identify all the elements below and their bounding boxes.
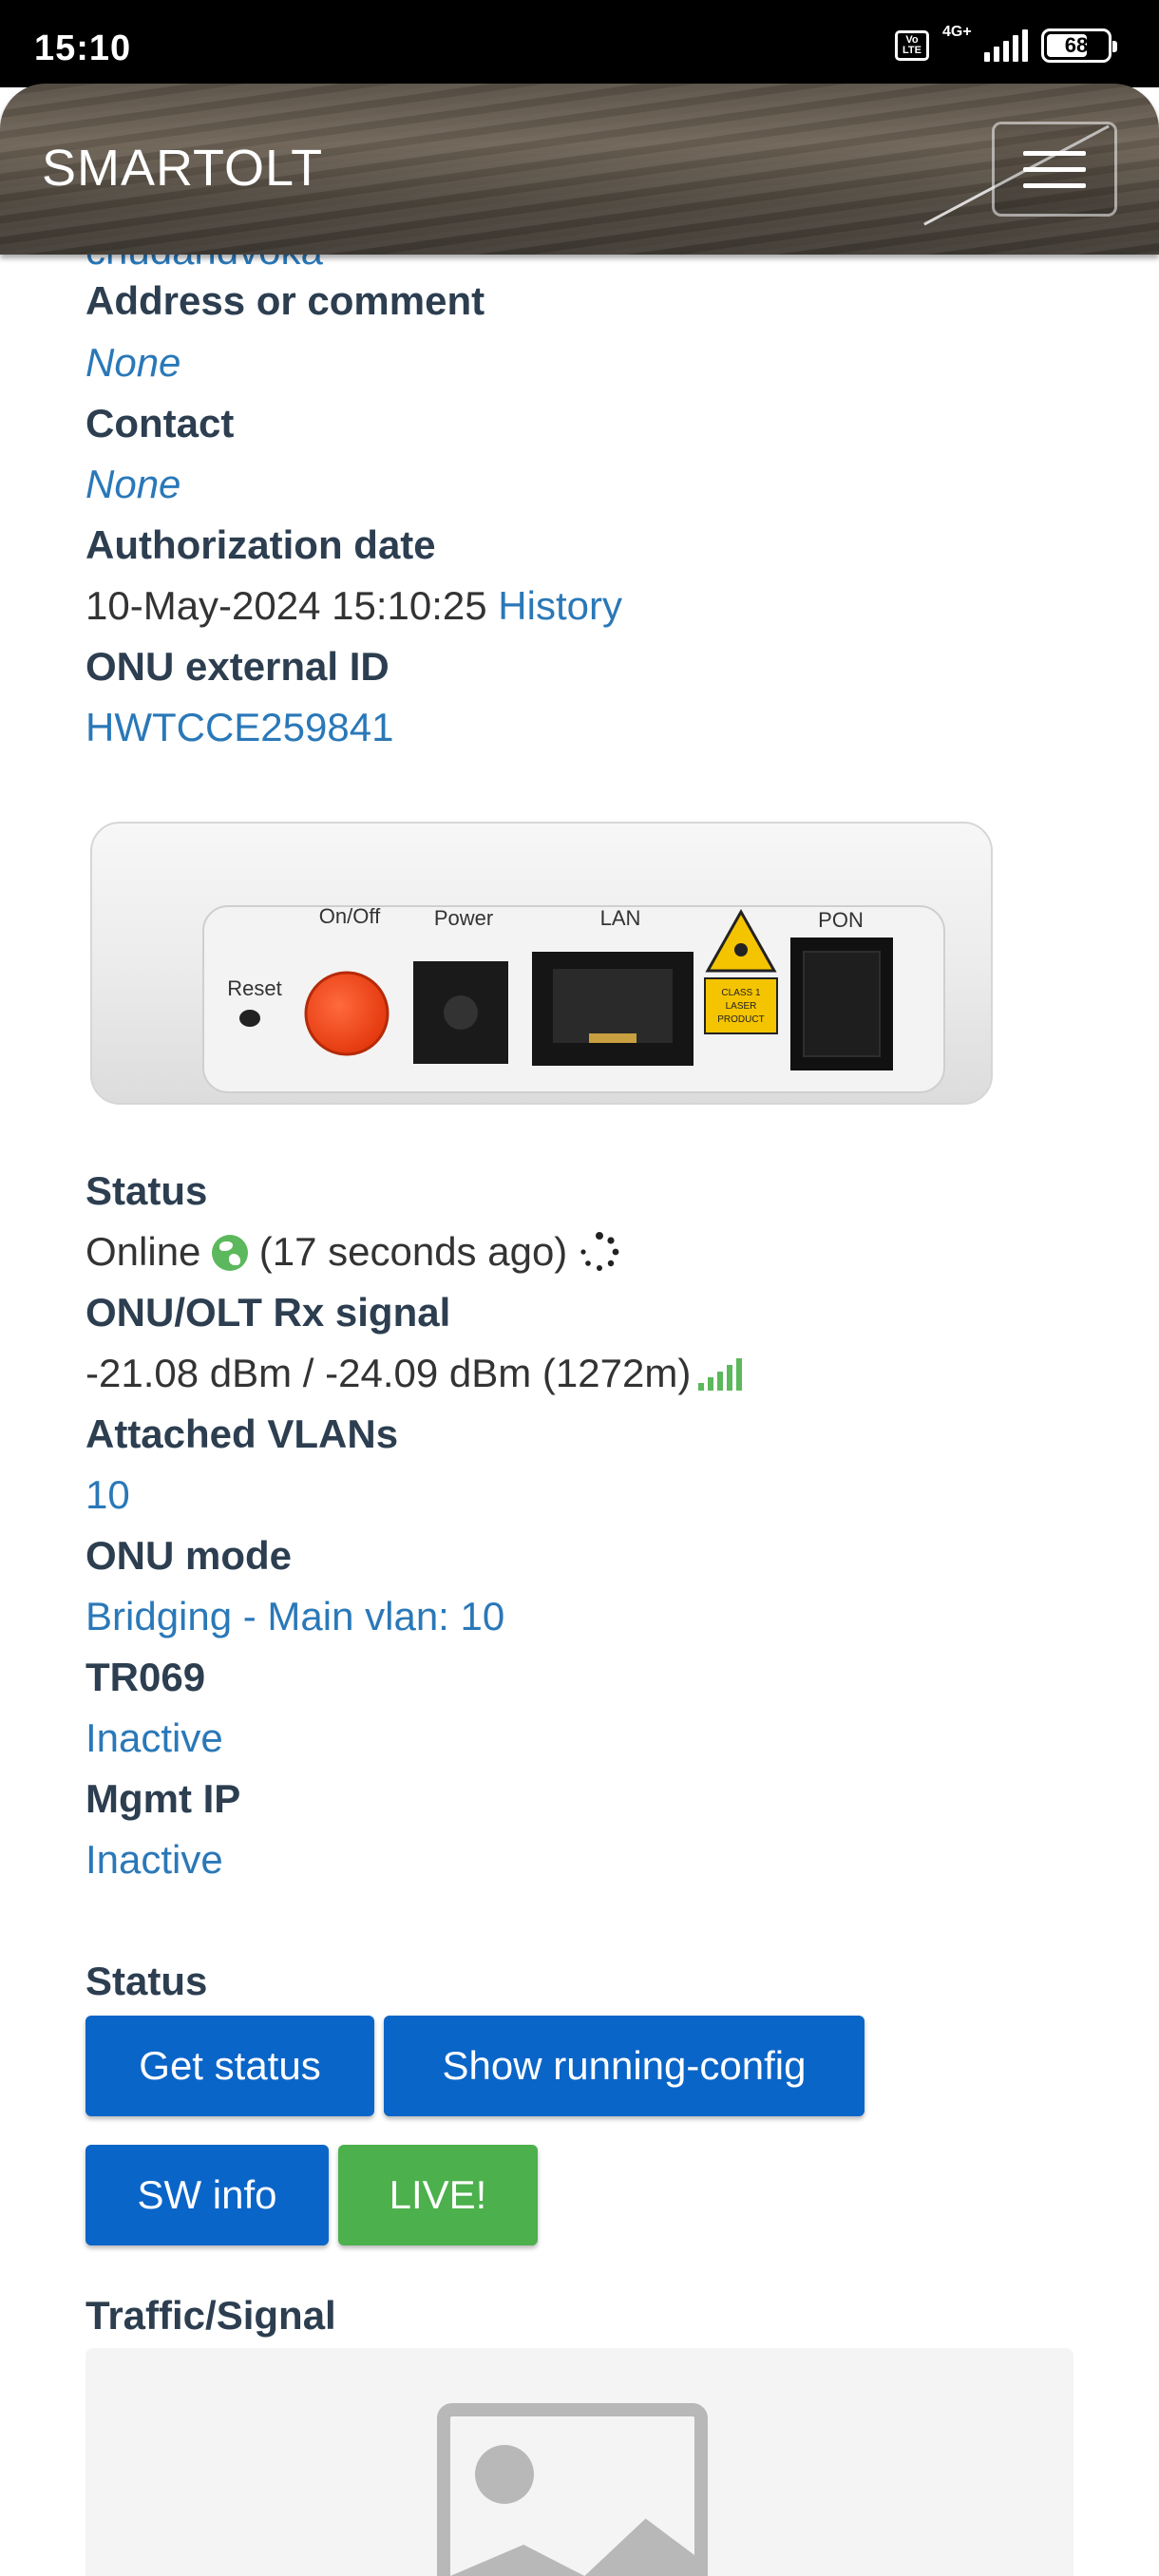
tr069-value[interactable]: Inactive <box>86 1715 223 1761</box>
app-navbar: SMARTOLT <box>0 84 1159 255</box>
battery-icon: 68 <box>1041 28 1117 63</box>
cellular-signal-icon: 4G+ <box>942 24 1028 62</box>
globe-online-icon <box>212 1235 249 1271</box>
traffic-signal-label: Traffic/Signal <box>86 2293 336 2338</box>
rx-signal-value: -21.08 dBm / -24.09 dBm (1272m) <box>86 1351 692 1395</box>
menu-toggle-button[interactable] <box>992 122 1117 217</box>
live-button[interactable]: LIVE! <box>338 2145 538 2245</box>
reset-label: Reset <box>227 976 281 1000</box>
rx-signal-row: -21.08 dBm / -24.09 dBm (1272m) <box>86 1351 743 1396</box>
status-time: (17 seconds ago) <box>258 1229 568 1274</box>
lan-label: LAN <box>600 906 641 930</box>
vlans-value[interactable]: 10 <box>86 1472 130 1518</box>
external-id-label: ONU external ID <box>86 644 390 689</box>
address-value[interactable]: None <box>86 340 180 386</box>
history-link[interactable]: History <box>498 583 622 628</box>
contact-value[interactable]: None <box>86 462 180 507</box>
network-type: 4G+ <box>942 24 972 40</box>
authorization-date-label: Authorization date <box>86 522 436 567</box>
onoff-label: On/Off <box>319 904 381 928</box>
contact-label: Contact <box>86 401 235 445</box>
brand-logo-text[interactable]: SMARTOLT <box>42 139 323 198</box>
tr069-label: TR069 <box>86 1655 206 1699</box>
authorization-date-value: 10-May-2024 15:10:25 <box>86 583 487 628</box>
pon-label: PON <box>818 908 864 932</box>
laser-class-line2: LASER <box>726 1001 757 1012</box>
address-label: Address or comment <box>86 278 485 323</box>
image-placeholder-icon <box>437 2403 708 2576</box>
status-value: Online <box>86 1229 201 1274</box>
status-row: Online (17 seconds ago) <box>86 1229 620 1275</box>
signal-strength-icon <box>698 1356 743 1391</box>
traffic-graph-placeholder[interactable] <box>86 2348 1074 2576</box>
clock: 15:10 <box>34 28 132 68</box>
onu-device-image: Reset On/Off Power LAN CLASS 1 LASER PRO… <box>90 822 993 1105</box>
show-running-config-button[interactable]: Show running-config <box>384 2016 864 2116</box>
onu-mode-value[interactable]: Bridging - Main vlan: 10 <box>86 1594 504 1639</box>
mgmt-ip-value[interactable]: Inactive <box>86 1837 223 1883</box>
battery-level: 68 <box>1064 33 1089 57</box>
power-label: Power <box>434 906 493 930</box>
hamburger-icon <box>1023 150 1086 156</box>
laser-class-line3: PRODUCT <box>717 1014 764 1025</box>
rx-signal-label: ONU/OLT Rx signal <box>86 1290 451 1335</box>
refresh-spinner-icon[interactable] <box>579 1231 620 1273</box>
get-status-button[interactable]: Get status <box>86 2016 374 2116</box>
external-id-value[interactable]: HWTCCE259841 <box>86 705 393 750</box>
mgmt-ip-label: Mgmt IP <box>86 1776 241 1821</box>
status-label: Status <box>86 1168 208 1213</box>
status-icons: Vo LTE 4G+ 68 <box>895 24 1117 63</box>
volte-icon: Vo LTE <box>895 30 929 61</box>
laser-class-line1: CLASS 1 <box>721 988 761 998</box>
sw-info-button[interactable]: SW info <box>86 2145 329 2245</box>
onu-mode-label: ONU mode <box>86 1533 293 1578</box>
actions-section-label: Status <box>86 1959 208 2003</box>
authorization-date-row: 10-May-2024 15:10:25 History <box>86 583 622 629</box>
system-status-bar: 15:10 Vo LTE 4G+ 68 <box>0 0 1159 87</box>
vlans-label: Attached VLANs <box>86 1411 399 1456</box>
